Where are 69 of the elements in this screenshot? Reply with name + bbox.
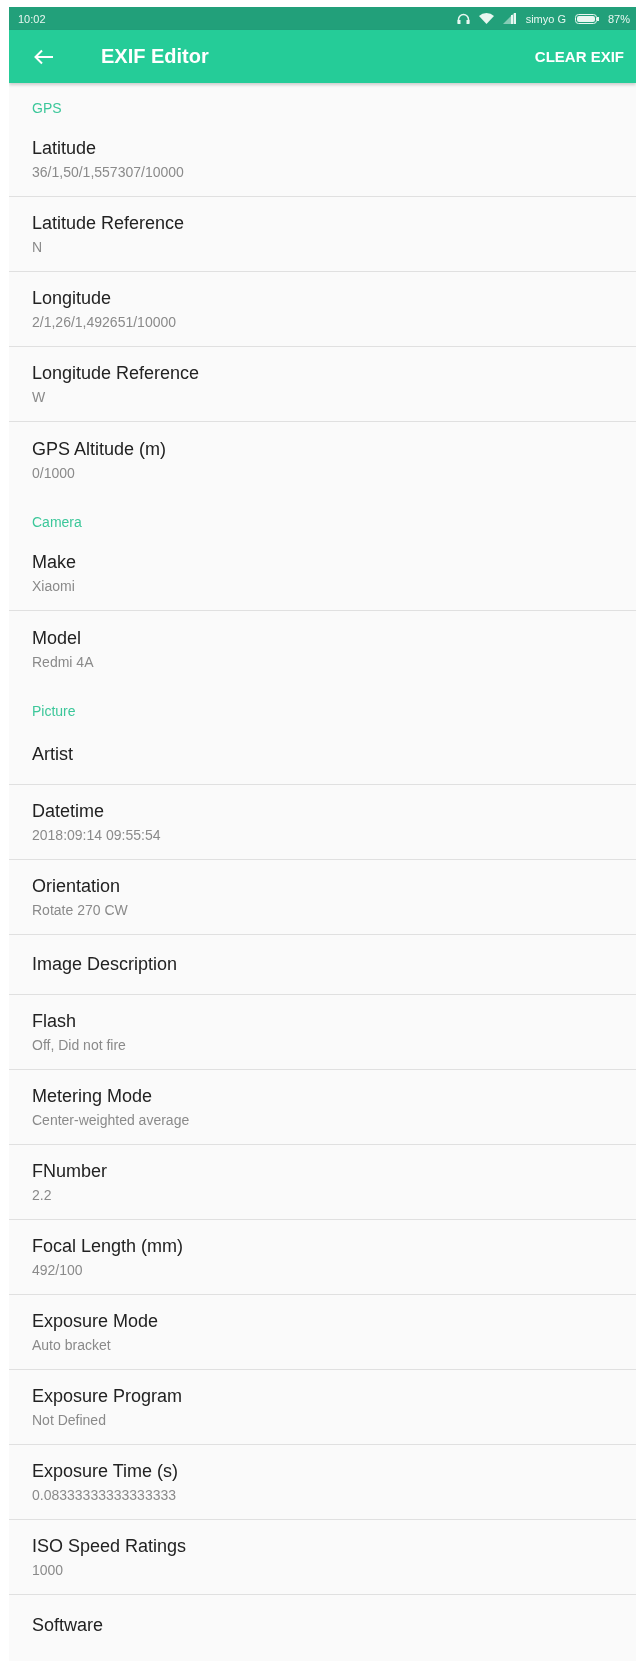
field-value: 2018:09:14 09:55:54 (32, 827, 162, 843)
field-value: 36/1,50/1,557307/10000 (32, 164, 185, 180)
field-value: N (32, 239, 44, 255)
field-label: Longitude (32, 288, 113, 309)
field-value: 1000 (32, 1562, 65, 1578)
field-value: W (32, 389, 47, 405)
field-label: Exposure Time (s) (32, 1461, 180, 1482)
exif-field-row[interactable]: Metering Mode Center-weighted average (9, 1070, 636, 1145)
section-header: Camera (31, 513, 83, 532)
field-label: Datetime (32, 801, 106, 822)
field-label: GPS Altitude (m) (32, 438, 168, 460)
exif-field-row[interactable]: ISO Speed Ratings 1000 (9, 1520, 636, 1595)
headphones-icon (456, 13, 470, 24)
status-time: 10:02 (18, 12, 46, 25)
exif-field-row[interactable]: Longitude 2/1,26/1,492651/10000 (9, 272, 636, 347)
field-value: Center-weighted average (32, 1112, 191, 1128)
field-label: Artist (32, 744, 74, 765)
exif-field-row[interactable]: Image Description (9, 935, 636, 995)
battery-percent: 87% (607, 12, 630, 25)
field-value: Off, Did not fire (32, 1037, 127, 1053)
field-value: Redmi 4A (32, 653, 95, 670)
carrier-name: simyo G (525, 12, 566, 25)
screen-title: EXIF Editor (101, 45, 210, 68)
field-value: Rotate 270 CW (32, 902, 129, 918)
field-label: Model (32, 627, 83, 649)
exif-field-row[interactable]: Latitude 36/1,50/1,557307/10000 (9, 122, 636, 197)
field-label: Exposure Program (32, 1386, 184, 1407)
exif-field-row[interactable]: Artist (9, 725, 636, 785)
back-arrow-icon (34, 48, 54, 65)
exif-field-row[interactable]: Longitude Reference W (9, 347, 636, 422)
field-label: Latitude Reference (32, 213, 186, 234)
field-label: Make (32, 552, 77, 573)
field-value: Xiaomi (32, 578, 76, 594)
exif-field-row[interactable]: Latitude Reference N (9, 197, 636, 272)
field-label: Orientation (32, 876, 122, 897)
wifi-icon (478, 13, 494, 24)
field-value: 2/1,26/1,492651/10000 (32, 314, 178, 330)
field-label: Focal Length (mm) (32, 1236, 185, 1257)
exif-field-row[interactable]: Exposure Time (s) 0.08333333333333333 (9, 1445, 636, 1520)
exif-field-row[interactable]: Exposure Mode Auto bracket (9, 1295, 636, 1370)
exif-field-row[interactable]: Model Redmi 4A (9, 611, 636, 686)
field-label: Longitude Reference (32, 363, 201, 384)
exif-field-row[interactable]: Datetime 2018:09:14 09:55:54 (9, 785, 636, 860)
exif-field-row[interactable]: Software (9, 1595, 636, 1655)
field-value: 0.08333333333333333 (32, 1487, 178, 1503)
field-label: ISO Speed Ratings (32, 1536, 188, 1557)
field-label: FNumber (32, 1161, 108, 1182)
exif-field-row[interactable]: Make Xiaomi (9, 536, 636, 611)
field-label: Latitude (32, 138, 98, 159)
field-value: Not Defined (32, 1412, 107, 1428)
field-label: Software (32, 1614, 105, 1636)
field-label: Flash (32, 1011, 77, 1032)
exif-field-row[interactable]: Exposure Program Not Defined (9, 1370, 636, 1445)
section-header: GPS (31, 99, 63, 118)
exif-field-row[interactable]: Flash Off, Did not fire (9, 995, 636, 1070)
exif-field-row[interactable]: Focal Length (mm) 492/100 (9, 1220, 636, 1295)
exif-field-row[interactable]: Orientation Rotate 270 CW (9, 860, 636, 935)
field-value: Auto bracket (32, 1337, 112, 1353)
field-label: Exposure Mode (32, 1311, 160, 1332)
field-value: 0/1000 (32, 464, 76, 481)
field-value: 492/100 (32, 1262, 84, 1278)
field-label: Metering Mode (32, 1086, 154, 1107)
section-header: Picture (31, 702, 77, 721)
field-value: 2.2 (32, 1187, 53, 1203)
signal-icon (502, 13, 517, 24)
battery-icon (574, 13, 599, 24)
exif-field-row[interactable]: GPS Altitude (m) 0/1000 (9, 422, 636, 497)
field-label: Image Description (32, 954, 179, 975)
exif-field-row[interactable]: FNumber 2.2 (9, 1145, 636, 1220)
